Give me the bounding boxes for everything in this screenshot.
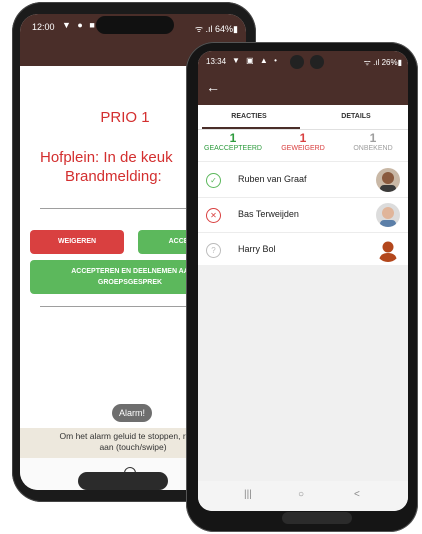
avatar	[376, 168, 400, 192]
reaction-counts: 1 GEACCEPTEERD 1 GEWEIGERD 1 ONBEKEND	[198, 131, 408, 162]
accept-join-label: ACCEPTEREN EN DEELNEMEN AA	[71, 268, 189, 275]
x-circle-icon: ✕	[206, 208, 221, 223]
empty-list-area	[198, 265, 408, 481]
status-time: 12:00	[32, 22, 55, 32]
back-icon[interactable]: <	[354, 489, 360, 500]
list-item[interactable]: ✕ Bas Terweijden	[198, 198, 408, 233]
count-accepted: 1 GEACCEPTEERD	[198, 131, 268, 152]
hint-line-1: Om het alarm geluid te stoppen, raak h	[59, 431, 207, 441]
avatar	[376, 238, 400, 262]
alarm-event: Brandmelding:	[65, 168, 162, 185]
tab-details[interactable]: DETAILS	[304, 105, 408, 129]
avatar	[376, 203, 400, 227]
count-unknown-number: 1	[369, 131, 377, 145]
count-accepted-label: GEACCEPTEERD	[204, 145, 262, 152]
tab-reacties[interactable]: REACTIES	[198, 105, 300, 129]
alarm-toast: Alarm!	[112, 404, 152, 422]
home-icon[interactable]: ○	[298, 489, 304, 500]
question-circle-icon: ?	[206, 243, 221, 258]
count-rejected-number: 1	[299, 131, 307, 145]
check-circle-icon: ✓	[206, 173, 221, 188]
arrow-left-icon[interactable]: ←	[206, 79, 220, 95]
navigation-bar: ||| ○ <	[198, 481, 408, 511]
camera-notch	[96, 16, 174, 34]
hint-line-2: aan (touch/swipe)	[99, 442, 167, 452]
status-icons: ▼ ▣ ▲ •	[232, 56, 279, 65]
app-bar: ←	[198, 71, 408, 105]
status-time: 13:34	[206, 57, 227, 66]
camera-icon	[290, 55, 304, 69]
front-phone-screen: 13:34 ▼ ▣ ▲ • ᯤ .ıl 26%▮ ← REACTIES DETA…	[198, 51, 408, 511]
count-unknown: 1 ONBEKEND	[338, 131, 408, 152]
camera-icon	[310, 55, 324, 69]
alarm-location: Hofplein: In de keuk	[40, 149, 173, 166]
list-item[interactable]: ✓ Ruben van Graaf	[198, 163, 408, 198]
phone-chin	[282, 512, 352, 524]
count-rejected: 1 GEWEIGERD	[268, 131, 338, 152]
count-unknown-label: ONBEKEND	[353, 145, 393, 152]
active-tab-indicator	[202, 127, 300, 129]
person-name: Harry Bol	[238, 244, 276, 254]
reaction-list: ✓ Ruben van Graaf ✕ Bas Terweijden ? Har…	[198, 163, 408, 268]
accept-join-label-2: GROEPSGESPREK	[97, 279, 163, 286]
recent-apps-icon[interactable]: |||	[244, 489, 252, 500]
status-battery: ᯤ .ıl 64%▮	[194, 24, 238, 34]
reject-button[interactable]: WEIGEREN	[30, 230, 124, 254]
count-accepted-number: 1	[229, 131, 237, 145]
phone-chin	[78, 472, 168, 490]
status-battery: ᯤ .ıl 26%▮	[363, 58, 402, 67]
list-item[interactable]: ? Harry Bol	[198, 233, 408, 268]
person-name: Bas Terweijden	[238, 209, 299, 219]
count-rejected-label: GEWEIGERD	[281, 145, 325, 152]
person-name: Ruben van Graaf	[238, 174, 307, 184]
tab-bar: REACTIES DETAILS	[198, 105, 408, 130]
